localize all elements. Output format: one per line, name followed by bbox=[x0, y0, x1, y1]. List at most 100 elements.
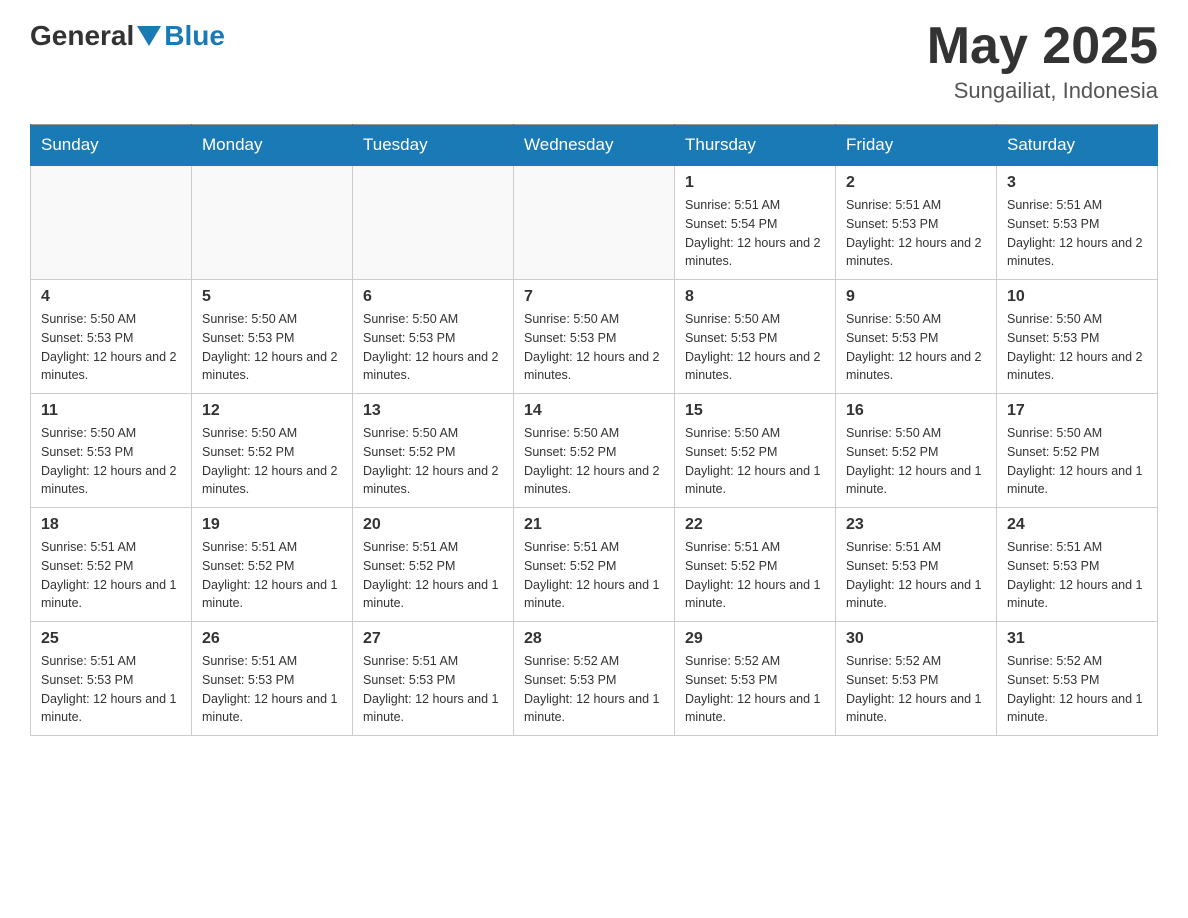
day-info: Sunrise: 5:51 AM Sunset: 5:54 PM Dayligh… bbox=[685, 196, 825, 271]
day-info: Sunrise: 5:50 AM Sunset: 5:53 PM Dayligh… bbox=[202, 310, 342, 385]
page-header: General Blue May 2025 Sungailiat, Indone… bbox=[30, 20, 1158, 104]
logo-general-text: General bbox=[30, 20, 134, 52]
calendar-day-cell: 17 Sunrise: 5:50 AM Sunset: 5:52 PM Dayli… bbox=[997, 394, 1158, 508]
calendar-day-cell: 7Sunrise: 5:50 AM Sunset: 5:53 PM Daylig… bbox=[514, 280, 675, 394]
day-info: Sunrise: 5:50 AM Sunset: 5:52 PM Dayligh… bbox=[524, 424, 664, 499]
day-info: Sunrise: 5:51 AM Sunset: 5:53 PM Dayligh… bbox=[1007, 538, 1147, 613]
calendar-day-cell: 1 Sunrise: 5:51 AM Sunset: 5:54 PM Daylig… bbox=[675, 166, 836, 280]
day-number: 2 bbox=[846, 174, 986, 192]
location-subtitle: Sungailiat, Indonesia bbox=[927, 78, 1158, 104]
calendar-day-cell: 31Sunrise: 5:52 AM Sunset: 5:53 PM Dayli… bbox=[997, 622, 1158, 736]
day-number: 26 bbox=[202, 630, 342, 648]
calendar-day-cell bbox=[192, 166, 353, 280]
calendar-day-cell: 2 Sunrise: 5:51 AM Sunset: 5:53 PM Daylig… bbox=[836, 166, 997, 280]
calendar-day-cell: 13 Sunrise: 5:50 AM Sunset: 5:52 PM Dayli… bbox=[353, 394, 514, 508]
day-number: 19 bbox=[202, 516, 342, 534]
calendar-day-cell: 12Sunrise: 5:50 AM Sunset: 5:52 PM Dayli… bbox=[192, 394, 353, 508]
day-number: 31 bbox=[1007, 630, 1147, 648]
day-info: Sunrise: 5:51 AM Sunset: 5:53 PM Dayligh… bbox=[1007, 196, 1147, 271]
calendar-day-cell: 21 Sunrise: 5:51 AM Sunset: 5:52 PM Dayli… bbox=[514, 508, 675, 622]
calendar-week-row: 25 Sunrise: 5:51 AM Sunset: 5:53 PM Dayli… bbox=[31, 622, 1158, 736]
day-number: 8 bbox=[685, 288, 825, 306]
day-of-week-header: Saturday bbox=[997, 125, 1158, 166]
day-number: 25 bbox=[41, 630, 181, 648]
calendar-day-cell: 4 Sunrise: 5:50 AM Sunset: 5:53 PM Daylig… bbox=[31, 280, 192, 394]
calendar-day-cell: 3Sunrise: 5:51 AM Sunset: 5:53 PM Daylig… bbox=[997, 166, 1158, 280]
day-number: 13 bbox=[363, 402, 503, 420]
calendar-day-cell bbox=[31, 166, 192, 280]
day-info: Sunrise: 5:50 AM Sunset: 5:52 PM Dayligh… bbox=[685, 424, 825, 499]
calendar-day-cell: 18Sunrise: 5:51 AM Sunset: 5:52 PM Dayli… bbox=[31, 508, 192, 622]
day-number: 4 bbox=[41, 288, 181, 306]
calendar-day-cell: 23Sunrise: 5:51 AM Sunset: 5:53 PM Dayli… bbox=[836, 508, 997, 622]
day-of-week-header: Wednesday bbox=[514, 125, 675, 166]
day-info: Sunrise: 5:51 AM Sunset: 5:53 PM Dayligh… bbox=[202, 652, 342, 727]
calendar-day-cell: 6 Sunrise: 5:50 AM Sunset: 5:53 PM Daylig… bbox=[353, 280, 514, 394]
calendar-day-cell: 9Sunrise: 5:50 AM Sunset: 5:53 PM Daylig… bbox=[836, 280, 997, 394]
calendar-day-cell: 27 Sunrise: 5:51 AM Sunset: 5:53 PM Dayli… bbox=[353, 622, 514, 736]
calendar-day-cell: 22Sunrise: 5:51 AM Sunset: 5:52 PM Dayli… bbox=[675, 508, 836, 622]
day-info: Sunrise: 5:50 AM Sunset: 5:52 PM Dayligh… bbox=[846, 424, 986, 499]
day-number: 20 bbox=[363, 516, 503, 534]
calendar-day-cell: 20Sunrise: 5:51 AM Sunset: 5:52 PM Dayli… bbox=[353, 508, 514, 622]
calendar-day-cell bbox=[353, 166, 514, 280]
day-info: Sunrise: 5:50 AM Sunset: 5:53 PM Dayligh… bbox=[41, 310, 181, 385]
calendar-day-cell: 14 Sunrise: 5:50 AM Sunset: 5:52 PM Dayli… bbox=[514, 394, 675, 508]
day-info: Sunrise: 5:52 AM Sunset: 5:53 PM Dayligh… bbox=[685, 652, 825, 727]
day-number: 15 bbox=[685, 402, 825, 420]
day-of-week-header: Tuesday bbox=[353, 125, 514, 166]
calendar-day-cell: 11Sunrise: 5:50 AM Sunset: 5:53 PM Dayli… bbox=[31, 394, 192, 508]
calendar-week-row: 11Sunrise: 5:50 AM Sunset: 5:53 PM Dayli… bbox=[31, 394, 1158, 508]
day-number: 28 bbox=[524, 630, 664, 648]
calendar-day-cell: 8 Sunrise: 5:50 AM Sunset: 5:53 PM Daylig… bbox=[675, 280, 836, 394]
day-info: Sunrise: 5:50 AM Sunset: 5:53 PM Dayligh… bbox=[363, 310, 503, 385]
day-number: 21 bbox=[524, 516, 664, 534]
day-info: Sunrise: 5:51 AM Sunset: 5:53 PM Dayligh… bbox=[363, 652, 503, 727]
day-info: Sunrise: 5:50 AM Sunset: 5:53 PM Dayligh… bbox=[41, 424, 181, 499]
day-number: 17 bbox=[1007, 402, 1147, 420]
day-number: 1 bbox=[685, 174, 825, 192]
day-number: 16 bbox=[846, 402, 986, 420]
calendar-header-row: SundayMondayTuesdayWednesdayThursdayFrid… bbox=[31, 125, 1158, 166]
logo-triangle-icon bbox=[137, 26, 161, 46]
month-year-title: May 2025 bbox=[927, 20, 1158, 72]
day-info: Sunrise: 5:51 AM Sunset: 5:53 PM Dayligh… bbox=[846, 538, 986, 613]
day-info: Sunrise: 5:51 AM Sunset: 5:52 PM Dayligh… bbox=[524, 538, 664, 613]
day-info: Sunrise: 5:50 AM Sunset: 5:53 PM Dayligh… bbox=[685, 310, 825, 385]
calendar-day-cell bbox=[514, 166, 675, 280]
calendar-table: SundayMondayTuesdayWednesdayThursdayFrid… bbox=[30, 124, 1158, 736]
day-number: 22 bbox=[685, 516, 825, 534]
day-info: Sunrise: 5:50 AM Sunset: 5:52 PM Dayligh… bbox=[1007, 424, 1147, 499]
logo-blue-text: Blue bbox=[164, 20, 225, 52]
day-of-week-header: Sunday bbox=[31, 125, 192, 166]
day-info: Sunrise: 5:50 AM Sunset: 5:53 PM Dayligh… bbox=[524, 310, 664, 385]
calendar-week-row: 4 Sunrise: 5:50 AM Sunset: 5:53 PM Daylig… bbox=[31, 280, 1158, 394]
day-info: Sunrise: 5:50 AM Sunset: 5:52 PM Dayligh… bbox=[202, 424, 342, 499]
day-of-week-header: Thursday bbox=[675, 125, 836, 166]
day-info: Sunrise: 5:52 AM Sunset: 5:53 PM Dayligh… bbox=[524, 652, 664, 727]
calendar-day-cell: 29 Sunrise: 5:52 AM Sunset: 5:53 PM Dayli… bbox=[675, 622, 836, 736]
calendar-week-row: 18 Sunrise: 5:51 AM Sunset: 5:52 PM Dayli… bbox=[31, 508, 1158, 622]
day-number: 14 bbox=[524, 402, 664, 420]
day-of-week-header: Monday bbox=[192, 125, 353, 166]
day-number: 5 bbox=[202, 288, 342, 306]
calendar-day-cell: 10Sunrise: 5:50 AM Sunset: 5:53 PM Dayli… bbox=[997, 280, 1158, 394]
day-of-week-header: Friday bbox=[836, 125, 997, 166]
day-number: 18 bbox=[41, 516, 181, 534]
logo: General Blue bbox=[30, 20, 225, 52]
calendar-day-cell: 25Sunrise: 5:51 AM Sunset: 5:53 PM Dayli… bbox=[31, 622, 192, 736]
day-info: Sunrise: 5:51 AM Sunset: 5:53 PM Dayligh… bbox=[846, 196, 986, 271]
calendar-day-cell: 19 Sunrise: 5:51 AM Sunset: 5:52 PM Dayli… bbox=[192, 508, 353, 622]
day-number: 29 bbox=[685, 630, 825, 648]
day-number: 6 bbox=[363, 288, 503, 306]
day-number: 9 bbox=[846, 288, 986, 306]
day-number: 27 bbox=[363, 630, 503, 648]
calendar-week-row: 1 Sunrise: 5:51 AM Sunset: 5:54 PM Daylig… bbox=[31, 166, 1158, 280]
day-info: Sunrise: 5:50 AM Sunset: 5:52 PM Dayligh… bbox=[363, 424, 503, 499]
calendar-day-cell: 15 Sunrise: 5:50 AM Sunset: 5:52 PM Dayli… bbox=[675, 394, 836, 508]
calendar-day-cell: 30Sunrise: 5:52 AM Sunset: 5:53 PM Dayli… bbox=[836, 622, 997, 736]
day-info: Sunrise: 5:51 AM Sunset: 5:52 PM Dayligh… bbox=[202, 538, 342, 613]
calendar-day-cell: 28 Sunrise: 5:52 AM Sunset: 5:53 PM Dayli… bbox=[514, 622, 675, 736]
calendar-day-cell: 26 Sunrise: 5:51 AM Sunset: 5:53 PM Dayli… bbox=[192, 622, 353, 736]
day-number: 10 bbox=[1007, 288, 1147, 306]
